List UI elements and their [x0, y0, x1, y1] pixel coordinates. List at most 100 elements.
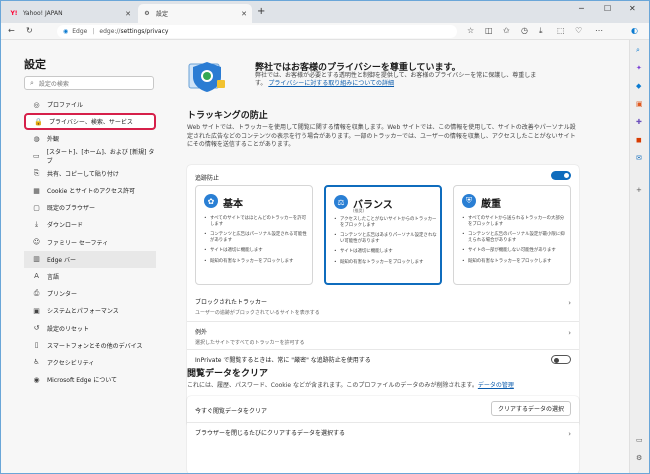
maximize-icon[interactable]: ☐: [604, 4, 611, 13]
bullet: サイトの一部が機能しない可能性があります: [462, 248, 566, 254]
new-tab-icon[interactable]: +: [257, 6, 265, 17]
tracking-option-balanced[interactable]: ⚖ バランス (推奨) アクセスしたことがないサイトからのトラッカーをブロックし…: [324, 185, 442, 285]
person-icon: ◎: [33, 100, 40, 109]
option-title: 厳重: [481, 199, 501, 210]
clear-data-card: 今すぐ閲覧データをクリア クリアするデータの選択 ブラウザーを閉じるたびにクリア…: [187, 396, 579, 473]
language-icon: A: [34, 272, 39, 281]
close-icon[interactable]: ✕: [125, 10, 131, 18]
clear-desc-text: これには、履歴、パスワード、Cookie などが含まれます。このプロファイルのデ…: [187, 382, 478, 389]
blocked-trackers-sub: ユーザーの追跡がブロックされているサイトを表示する: [195, 310, 320, 316]
clear-data-description: これには、履歴、パスワード、Cookie などが含まれます。このプロファイルのデ…: [187, 382, 579, 391]
bullet: アクセスしたことがないサイトからのトラッカーをブロックします: [334, 217, 438, 228]
downloads-icon[interactable]: ⤓: [539, 26, 543, 36]
inprivate-strict-row: InPrivate で閲覧するときは、常に "厳密" な追跡防止を使用する: [195, 355, 571, 364]
search-icon[interactable]: ⌕: [636, 46, 640, 55]
sidebar-item-about[interactable]: ◉ Microsoft Edge について: [24, 371, 156, 388]
tracking-option-strict[interactable]: ⛨ 厳重 すべてのサイトから送られるトラッカーの大部分をブロックします コンテン…: [453, 185, 571, 285]
option-title: 基本: [223, 199, 243, 210]
close-window-icon[interactable]: ✕: [629, 4, 636, 13]
family-icon: ☺: [32, 238, 41, 247]
blocked-trackers-row[interactable]: ブロックされたトラッカー ユーザーの追跡がブロックされているサイトを表示する ›: [195, 297, 571, 316]
sidebar-item-label: 設定のリセット: [47, 325, 90, 333]
sidebar-item-system[interactable]: ▣ システムとパフォーマンス: [24, 302, 156, 319]
bing-chat-icon[interactable]: ◐: [631, 26, 638, 35]
edge-bar-icon: ▥: [33, 255, 40, 264]
cookie-icon: ▦: [33, 186, 40, 195]
close-icon[interactable]: ✕: [241, 10, 247, 18]
sidebar-item-downloads[interactable]: ⤓ ダウンロード: [24, 216, 156, 233]
sidebar-item-start-home[interactable]: ▭ [スタート]、[ホーム]、および [新規] タブ: [24, 148, 156, 165]
privacy-learn-more-link[interactable]: プライバシーに対する取り組みについての詳細: [268, 80, 394, 87]
refresh-icon[interactable]: ↻: [26, 26, 33, 35]
manage-data-link[interactable]: データの管理: [478, 382, 514, 389]
sidebar-item-phone[interactable]: ▯ スマートフォンとその他のデバイス: [24, 337, 156, 354]
url-path: settings/privacy: [120, 28, 169, 35]
address-prefix: Edge: [72, 28, 88, 35]
briefcase-icon[interactable]: ▣: [636, 100, 643, 108]
download-icon: ⤓: [34, 220, 39, 229]
sidebar-layout-icon[interactable]: ▭: [636, 436, 643, 444]
sidebar-item-edge-bar[interactable]: ▥ Edge バー: [24, 250, 156, 268]
bullet: 既知の有害なトラッカーをブロックします: [462, 259, 566, 265]
tab-settings[interactable]: ⚙ 設定 ✕: [138, 4, 252, 23]
bullet: 既知の有害なトラッカーをブロックします: [334, 260, 438, 266]
sidebar-item-accessibility[interactable]: ♿ アクセシビリティ: [24, 354, 156, 371]
exceptions-title: 例外: [195, 329, 208, 336]
sidebar-item-printers[interactable]: ⎙ プリンター: [24, 285, 156, 302]
tab-strip: Y! Yahoo! JAPAN ✕ ⚙ 設定 ✕ + ─ ☐ ✕: [1, 1, 649, 23]
browser-window: Y! Yahoo! JAPAN ✕ ⚙ 設定 ✕ + ─ ☐ ✕ ← ↻ ◉ E…: [0, 0, 650, 474]
sidebar-item-appearance[interactable]: ◍ 外観: [24, 130, 156, 147]
settings-nav: ◎ プロファイル 🔒 プライバシー、検索、サービス ◍ 外観 ▭ [スタート]、[ホーム…: [24, 96, 156, 388]
choose-what-to-clear-button[interactable]: クリアするデータの選択: [490, 401, 571, 416]
office-icon[interactable]: ◼: [636, 136, 642, 144]
sidebar-item-label: Microsoft Edge について: [47, 377, 118, 385]
basic-icon: ✿: [204, 194, 218, 208]
sidebar-item-reset[interactable]: ↺ 設定のリセット: [24, 319, 156, 336]
extensions-icon[interactable]: ⬚: [557, 26, 565, 35]
sidebar-item-profile[interactable]: ◎ プロファイル: [24, 96, 156, 113]
sidebar-item-label: 共有、コピーして貼り付け: [47, 170, 119, 178]
bullet: コンテンツと広告はパーソナル設定される可能性があります: [204, 232, 308, 243]
sidebar-item-label: [スタート]、[ホーム]、および [新規] タブ: [46, 149, 155, 166]
reset-icon: ↺: [33, 324, 40, 333]
sidebar-item-languages[interactable]: A 言語: [24, 268, 156, 285]
tab-yahoo[interactable]: Y! Yahoo! JAPAN ✕: [5, 4, 136, 23]
sidebar-item-share[interactable]: ⎘ 共有、コピーして貼り付け: [24, 165, 156, 182]
settings-content: 弊社ではお客様のプライバシーを尊重しています。 弊社では、お客様が必要とする透明…: [165, 40, 629, 473]
more-icon[interactable]: ⋯: [595, 26, 603, 35]
favorites-icon[interactable]: ✩: [503, 26, 510, 35]
clear-on-close-row[interactable]: ブラウザーを閉じるたびにクリアするデータを選択する ›: [195, 428, 571, 438]
back-icon[interactable]: ←: [8, 26, 15, 35]
favorite-star-icon[interactable]: ☆: [467, 26, 474, 35]
split-screen-icon[interactable]: ◫: [485, 26, 493, 35]
add-icon[interactable]: +: [636, 186, 642, 194]
outlook-icon[interactable]: ✉: [636, 154, 642, 162]
sidebar-item-default-browser[interactable]: ▢ 既定のブラウザー: [24, 199, 156, 216]
sidebar-item-label: プリンター: [47, 291, 78, 299]
hero-description: 弊社では、お客様が必要とする透明性と制御を提供して、お客様のプライバシーを常に保…: [255, 72, 545, 88]
option-bullets: すべてのサイトではほとんどのトラッカーを許可します コンテンツと広告はパーソナル…: [204, 216, 308, 270]
browser-icon: ▢: [33, 203, 40, 212]
bullet: すべてのサイトから送られるトラッカーの大部分をブロックします: [462, 216, 566, 227]
address-bar[interactable]: ◉ Edge | edge://settings/privacy: [57, 25, 457, 38]
sidebar-item-label: 既定のブラウザー: [47, 205, 96, 213]
game-icon[interactable]: ✚: [636, 118, 642, 126]
sidebar-item-label: スマートフォンとその他のデバイス: [47, 342, 143, 350]
sidebar-item-cookies[interactable]: ▦ Cookie とサイトのアクセス許可: [24, 182, 156, 199]
sidebar-item-family[interactable]: ☺ ファミリー セーフティ: [24, 234, 156, 251]
settings-search-input[interactable]: ⌕ 設定の検索: [24, 76, 154, 90]
sidebar-item-label: 外観: [47, 136, 60, 144]
copilot-icon[interactable]: ♡: [575, 26, 582, 35]
exceptions-row[interactable]: 例外 選択したサイトですべてのトラッカーを許可する ›: [195, 327, 571, 346]
minimize-icon[interactable]: ─: [579, 4, 584, 13]
option-bullets: すべてのサイトから送られるトラッカーの大部分をブロックします コンテンツと広告の…: [462, 216, 566, 270]
tab-label: 設定: [156, 11, 169, 18]
tag-icon[interactable]: ◆: [636, 82, 641, 90]
history-icon[interactable]: ◷: [521, 26, 528, 35]
sparkle-icon[interactable]: ✦: [636, 64, 642, 72]
tracking-option-basic[interactable]: ✿ 基本 すべてのサイトではほとんどのトラッカーを許可します コンテンツと広告は…: [195, 185, 313, 285]
sidebar-item-privacy[interactable]: 🔒 プライバシー、検索、サービス: [24, 113, 156, 131]
settings-gear-icon[interactable]: ⚙: [636, 454, 642, 462]
inprivate-strict-toggle[interactable]: [551, 355, 571, 364]
tracking-prevention-toggle[interactable]: [551, 171, 571, 180]
